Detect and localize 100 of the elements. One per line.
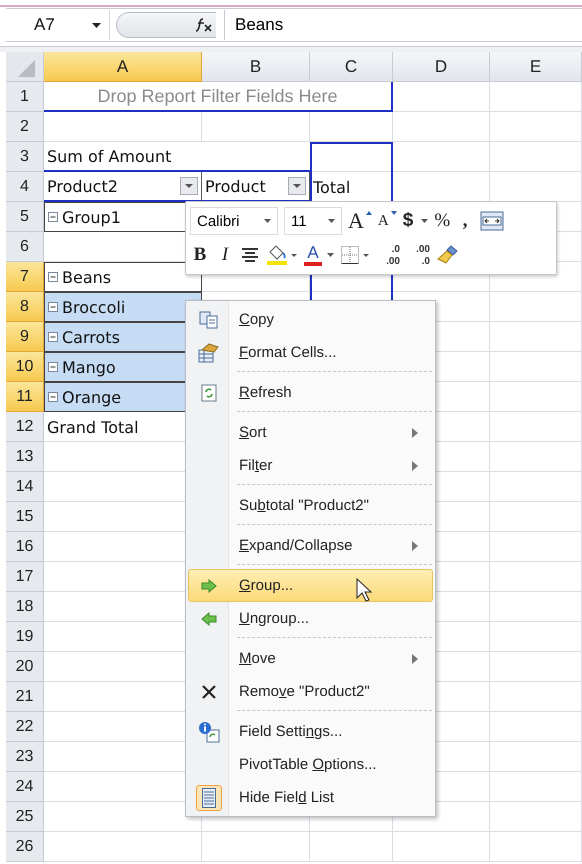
row-label: Broccoli [62,298,126,316]
collapse-icon[interactable] [48,362,58,372]
menu-item[interactable]: Format Cells... [188,336,433,376]
menu-item[interactable]: Copy [188,303,433,336]
menu-item[interactable]: Group... [188,569,433,602]
row-header[interactable]: 14 [6,472,44,502]
shrink-font-button[interactable]: A [378,206,397,236]
font-color-button[interactable]: A [304,240,334,270]
row-header[interactable]: 12 [6,412,44,442]
row-header[interactable]: 25 [6,802,44,832]
collapse-icon[interactable] [48,302,58,312]
row-header[interactable]: 5 [6,202,44,232]
column-header[interactable]: C [310,52,393,82]
resize-handle[interactable] [116,12,216,38]
formula-field[interactable]: Beans [224,10,582,40]
close-icon [201,684,217,700]
italic-button[interactable]: I [216,240,234,270]
row-label: Beans [62,268,112,286]
increase-decimal-button[interactable]: .0 .00 [376,240,400,270]
copy-icon [199,310,219,328]
menu-item[interactable]: PivotTable Options... [188,748,433,781]
menu-item[interactable]: Move [188,642,433,675]
table-cell: Drop Report Filter Fields Here [44,82,393,112]
font-dropdown[interactable]: Calibri [190,207,278,235]
field-list-icon [196,784,222,810]
row-label: Group1 [62,208,121,226]
menu-item[interactable]: Sort [188,416,433,449]
caret-icon [92,22,101,28]
merge-center-icon[interactable] [480,211,504,231]
column-header[interactable]: A [44,52,202,82]
menu-item[interactable]: Hide Field List [188,781,433,814]
format-cells-icon [198,342,220,362]
table-cell-text: Total [312,176,352,198]
down-triangle-icon [390,211,397,215]
row-header[interactable]: 3 [6,142,44,172]
table-cell: Sum of Amount [44,142,310,172]
collapse-icon[interactable] [48,212,58,222]
row-label: Mango [62,358,116,376]
filter-dropdown-icon[interactable] [180,177,198,195]
row-header[interactable]: 4 [6,172,44,202]
column-header[interactable]: E [490,52,582,82]
row-label: Carrots [62,328,120,346]
menu-item[interactable]: Expand/Collapse [188,529,433,569]
row-header[interactable]: 15 [6,502,44,532]
row-header[interactable]: 8 [6,292,44,322]
menu-item[interactable]: Refresh [188,376,433,416]
mouse-pointer-icon [356,578,372,602]
row-header[interactable]: 16 [6,532,44,562]
field-label: Product2 [47,176,118,196]
row-header[interactable]: 2 [6,112,44,142]
row-header[interactable]: 24 [6,772,44,802]
info-icon [198,720,220,742]
row-header[interactable]: 22 [6,712,44,742]
table-cell-text: Grand Total [46,416,140,438]
row-header[interactable]: 20 [6,652,44,682]
column-header[interactable]: B [202,52,310,82]
currency-button[interactable]: $ [402,206,428,236]
name-box[interactable]: A7 [6,10,110,40]
menu-item[interactable]: Subtotal "Product2" [188,489,433,529]
format-painter-icon[interactable] [436,244,460,266]
up-triangle-icon [366,211,372,215]
row-label: Orange [62,388,122,406]
decrease-decimal-button[interactable]: .00 .0 [406,240,430,270]
bold-button[interactable]: B [190,240,210,270]
row-header[interactable]: 19 [6,622,44,652]
field-label: Product [205,176,266,196]
borders-icon[interactable] [340,245,370,265]
row-header[interactable]: 21 [6,682,44,712]
caret-icon [327,253,334,257]
menu-item[interactable]: Field Settings... [188,715,433,748]
row-header[interactable]: 17 [6,562,44,592]
row-header[interactable]: 9 [6,322,44,352]
refresh-icon [201,384,217,402]
left-arrow-icon [201,612,217,626]
grow-font-button[interactable]: A [348,206,372,236]
row-header[interactable]: 1 [6,82,44,112]
row-header[interactable]: 23 [6,742,44,772]
collapse-icon[interactable] [48,272,58,282]
center-align-icon[interactable] [240,246,260,264]
row-header[interactable]: 7 [6,262,44,292]
menu-item[interactable]: Filter [188,449,433,489]
collapse-icon[interactable] [48,392,58,402]
font-size-dropdown[interactable]: 11 [284,207,342,235]
percent-button[interactable]: % [434,206,450,236]
row-header[interactable]: 26 [6,832,44,862]
row-header[interactable]: 13 [6,442,44,472]
row-header[interactable]: 18 [6,592,44,622]
row-header[interactable]: 10 [6,352,44,382]
collapse-icon[interactable] [48,332,58,342]
fill-color-icon[interactable] [266,244,298,266]
row-header[interactable]: 11 [6,382,44,412]
caret-icon [328,219,335,223]
menu-item[interactable]: Remove "Product2" [188,675,433,715]
caret-icon [264,219,271,223]
right-arrow-icon [201,578,217,592]
comma-button[interactable]: , [456,206,474,236]
column-header[interactable]: D [393,52,490,82]
row-header[interactable]: 6 [6,232,44,262]
filter-dropdown-icon[interactable] [288,177,306,195]
menu-item[interactable]: Ungroup... [188,602,433,642]
